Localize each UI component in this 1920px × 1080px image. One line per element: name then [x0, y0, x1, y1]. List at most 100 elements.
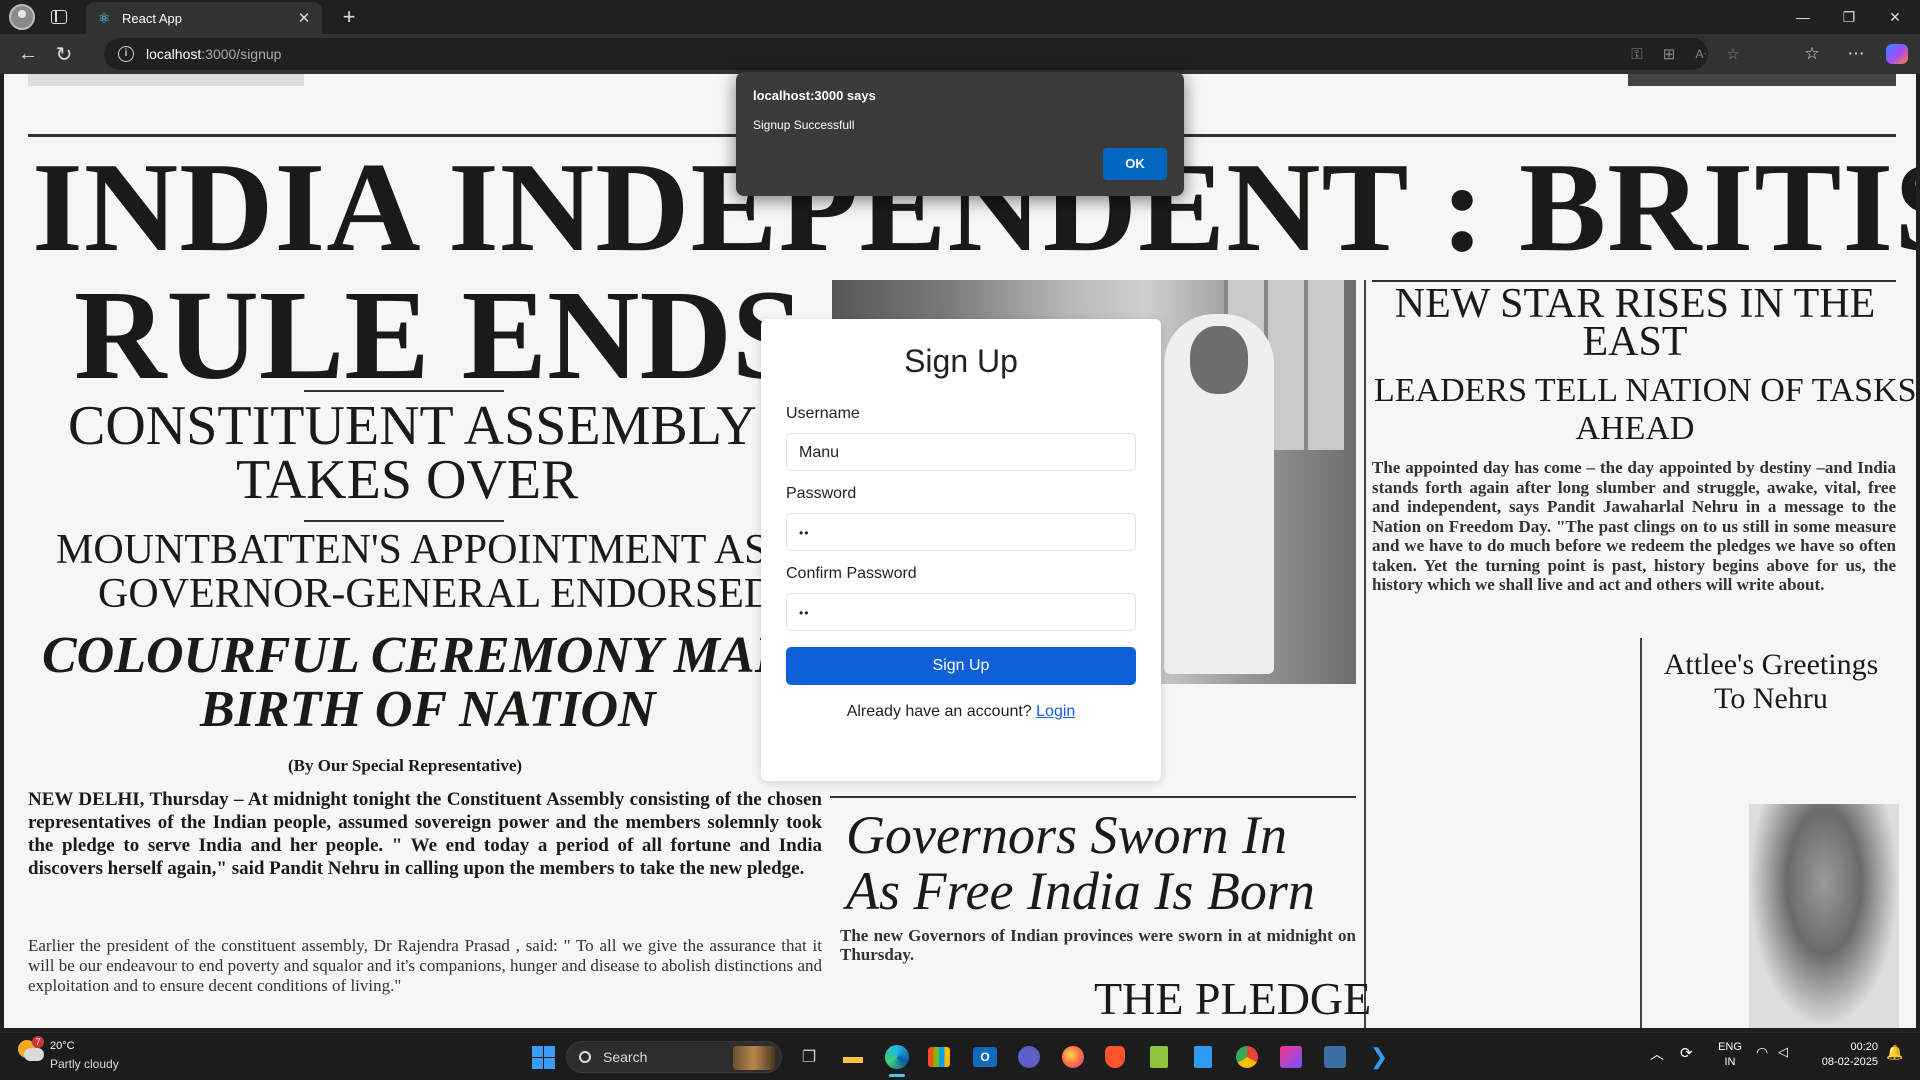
masthead-left: [28, 74, 304, 86]
clock[interactable]: 00:20 08-02-2025: [1812, 1040, 1878, 1070]
tab-title: React App: [122, 10, 182, 26]
restore-icon[interactable]: ❐: [1826, 0, 1872, 34]
info-icon[interactable]: i: [118, 46, 134, 62]
app-icon[interactable]: [1012, 1040, 1046, 1074]
notification-bell-icon[interactable]: 🔔: [1886, 1044, 1903, 1061]
username-label: Username: [786, 405, 860, 422]
volume-icon[interactable]: ◁: [1778, 1044, 1788, 1060]
task-view-icon[interactable]: ❐: [792, 1040, 826, 1074]
masthead-right: [1628, 74, 1896, 86]
weather-icon[interactable]: 7: [18, 1036, 44, 1066]
alert-title: localhost:3000 says: [753, 88, 876, 103]
signup-card: Sign Up Username Manu Password •• Confir…: [761, 319, 1161, 781]
username-input[interactable]: Manu: [786, 433, 1136, 471]
profile-avatar[interactable]: [9, 4, 35, 30]
right-headline-2a: LEADERS TELL NATION OF TASKS: [1374, 372, 1916, 409]
lead-paragraph-2: Earlier the president of the constituent…: [28, 936, 822, 995]
vscode-icon[interactable]: ❯: [1362, 1040, 1396, 1074]
edge-icon[interactable]: [880, 1040, 914, 1074]
url-host: localhost: [146, 46, 202, 62]
lead-paragraph: NEW DELHI, Thursday – At midnight tonigh…: [28, 789, 822, 879]
password-label: Password: [786, 485, 857, 502]
search-icon: [579, 1051, 591, 1063]
key-icon[interactable]: ⚿: [1624, 38, 1650, 70]
date: 08-02-2025: [1821, 1056, 1878, 1068]
right-body: The appointed day has come – the day app…: [1372, 458, 1896, 594]
subhead-2a: MOUNTBATTEN'S APPOINTMENT AS: [56, 527, 768, 573]
app-icon-2[interactable]: [1318, 1040, 1352, 1074]
governors-headline-a: Governors Sworn In: [846, 805, 1287, 865]
photo-figure-head: [1190, 326, 1248, 394]
notepad-icon[interactable]: [1186, 1040, 1220, 1074]
close-tab-icon[interactable]: ✕: [296, 9, 312, 27]
alert-ok-button[interactable]: OK: [1103, 148, 1167, 180]
react-icon: ⚛: [97, 10, 111, 26]
weather-badge: 7: [32, 1036, 44, 1048]
divider: [304, 520, 504, 522]
attlee-headline-b: To Nehru: [1714, 682, 1828, 715]
attlee-headline-a: Attlee's Greetings: [1663, 648, 1879, 681]
search-placeholder: Search: [603, 1049, 648, 1065]
attlee-photo: [1749, 804, 1899, 1028]
subhead-2b: GOVERNOR-GENERAL ENDORSED: [98, 571, 775, 617]
signup-button[interactable]: Sign Up: [786, 647, 1136, 685]
right-headline-1b: EAST: [1582, 319, 1688, 365]
signup-title: Sign Up: [904, 343, 1018, 379]
subhead-3a: COLOURFUL CEREMONY MARKS: [42, 627, 853, 684]
tab-bar: ⚛ React App ✕ + — ❐ ✕: [0, 0, 1920, 34]
column-rule: [1640, 638, 1642, 1028]
tab-actions-icon[interactable]: [51, 10, 67, 24]
url-path: :3000/signup: [201, 46, 282, 62]
jetbrains-icon[interactable]: [1274, 1040, 1308, 1074]
confirm-password-input[interactable]: ••: [786, 593, 1136, 631]
copilot-icon[interactable]: [1886, 44, 1908, 64]
taskbar-search[interactable]: Search: [566, 1041, 782, 1073]
governors-body: The new Governors of Indian provinces we…: [840, 926, 1356, 964]
read-aloud-icon[interactable]: Aᐧ: [1688, 38, 1714, 70]
page-viewport: INDIA INDEPENDENT : BRITISH RULE ENDS CO…: [4, 74, 1916, 1028]
more-icon[interactable]: ⋯: [1838, 34, 1874, 74]
divider: [304, 390, 504, 392]
firefox-icon[interactable]: [1056, 1040, 1090, 1074]
minimize-icon[interactable]: —: [1780, 0, 1826, 34]
language-code: ENG: [1718, 1041, 1742, 1053]
confirm-password-label: Confirm Password: [786, 565, 917, 582]
back-icon[interactable]: ←: [10, 38, 46, 70]
close-window-icon[interactable]: ✕: [1872, 0, 1918, 34]
login-prompt: Already have an account? Login: [786, 703, 1136, 721]
subhead-3b: BIRTH OF NATION: [200, 681, 656, 738]
address-bar[interactable]: i localhost:3000/signup ⚿ ⊞ Aᐧ ☆: [104, 38, 1740, 70]
outlook-icon[interactable]: O: [968, 1040, 1002, 1074]
pledge-headline: THE PLEDGE: [1094, 973, 1372, 1024]
new-tab-icon[interactable]: +: [336, 4, 362, 30]
wifi-icon[interactable]: ◠: [1756, 1044, 1768, 1061]
show-hidden-icons-icon[interactable]: ︿: [1650, 1044, 1664, 1064]
weather-temperature[interactable]: 20°C: [50, 1040, 75, 1052]
region-code: IN: [1724, 1056, 1736, 1068]
windows-start-icon[interactable]: [526, 1040, 560, 1074]
headline-2: RULE ENDS: [74, 264, 804, 406]
language-indicator[interactable]: ENG IN: [1716, 1040, 1744, 1070]
notepad-plus-icon[interactable]: [1142, 1040, 1176, 1074]
tab-react-app[interactable]: ⚛ React App ✕: [86, 2, 322, 34]
chrome-icon[interactable]: [1230, 1040, 1264, 1074]
active-indicator: [889, 1074, 905, 1077]
governors-headline-b: As Free India Is Born: [846, 861, 1315, 921]
refresh-icon[interactable]: ↻: [46, 38, 82, 70]
login-prompt-text: Already have an account?: [846, 703, 1032, 720]
login-link[interactable]: Login: [1036, 703, 1075, 720]
microsoft-store-icon[interactable]: [922, 1040, 956, 1074]
favorites-icon[interactable]: ☆: [1794, 34, 1830, 74]
favorite-icon[interactable]: ☆: [1720, 38, 1746, 70]
weather-condition[interactable]: Partly cloudy: [50, 1057, 119, 1071]
alert-dialog: localhost:3000 says Signup Successfull O…: [736, 72, 1184, 196]
subhead-1b: TAKES OVER: [236, 449, 579, 511]
file-explorer-icon[interactable]: ▬: [836, 1040, 870, 1074]
sync-icon[interactable]: ⟳: [1680, 1044, 1693, 1062]
right-headline-2b: AHEAD: [1575, 410, 1695, 447]
apps-icon[interactable]: ⊞: [1656, 38, 1682, 70]
brave-icon[interactable]: [1098, 1040, 1132, 1074]
search-highlight-image: [733, 1046, 775, 1070]
password-input[interactable]: ••: [786, 513, 1136, 551]
column-rule: [1364, 280, 1366, 1028]
